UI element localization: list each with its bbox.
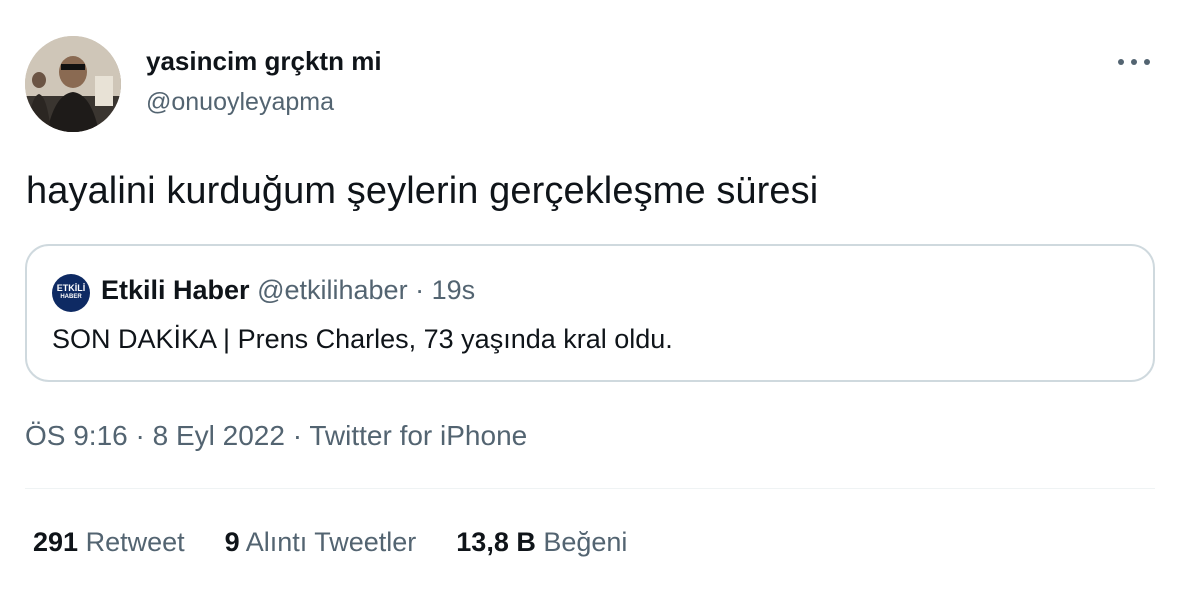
avatar-photo	[25, 36, 121, 132]
quoted-name[interactable]: Etkili Haber	[101, 275, 250, 305]
quote-tweets-stat[interactable]: 9 Alıntı Tweetler	[225, 527, 417, 558]
tweet-source[interactable]: Twitter for iPhone	[309, 420, 527, 451]
tweet-text: hayalini kurduğum şeylerin gerçekleşme s…	[26, 170, 819, 212]
divider	[25, 488, 1155, 489]
quoted-tweet[interactable]: ETKİLİ HABER Etkili Haber @etkilihaber ·…	[25, 244, 1155, 382]
tweet-time[interactable]: ÖS 9:16	[25, 420, 128, 451]
meta-separator: ·	[135, 420, 145, 451]
quoted-avatar-line1: ETKİLİ	[56, 283, 86, 293]
quoted-header: Etkili Haber @etkilihaber · 19s	[101, 275, 475, 306]
likes-stat[interactable]: 13,8 B Beğeni	[456, 527, 627, 558]
retweet-count: 291	[33, 527, 79, 557]
dot	[1144, 59, 1150, 65]
quoted-separator: ·	[415, 275, 425, 305]
likes-label: Beğeni	[543, 527, 628, 557]
retweet-label: Retweet	[85, 527, 185, 557]
author-avatar[interactable]	[25, 36, 121, 132]
dot	[1131, 59, 1137, 65]
quote-tweets-label: Alıntı Tweetler	[245, 527, 417, 557]
quoted-avatar[interactable]: ETKİLİ HABER	[52, 274, 90, 312]
author-name[interactable]: yasincim grçktn mi	[146, 46, 382, 77]
dot	[1118, 59, 1124, 65]
author-handle[interactable]: @onuoyleyapma	[146, 88, 334, 117]
quoted-text: SON DAKİKA | Prens Charles, 73 yaşında k…	[52, 324, 673, 354]
tweet-meta: ÖS 9:16 · 8 Eyl 2022 · Twitter for iPhon…	[25, 420, 527, 452]
quoted-time[interactable]: 19s	[432, 275, 476, 305]
more-horizontal-icon[interactable]	[1118, 52, 1150, 72]
quoted-avatar-line2: HABER	[60, 294, 82, 300]
tweet-date[interactable]: 8 Eyl 2022	[153, 420, 285, 451]
quoted-handle[interactable]: @etkilihaber	[257, 275, 407, 305]
quote-tweets-count: 9	[224, 527, 240, 557]
retweet-stat[interactable]: 291 Retweet	[33, 527, 185, 558]
likes-count: 13,8 B	[456, 527, 536, 557]
meta-separator: ·	[292, 420, 303, 451]
tweet-stats: 291 Retweet 9 Alıntı Tweetler 13,8 B Beğ…	[33, 527, 627, 558]
